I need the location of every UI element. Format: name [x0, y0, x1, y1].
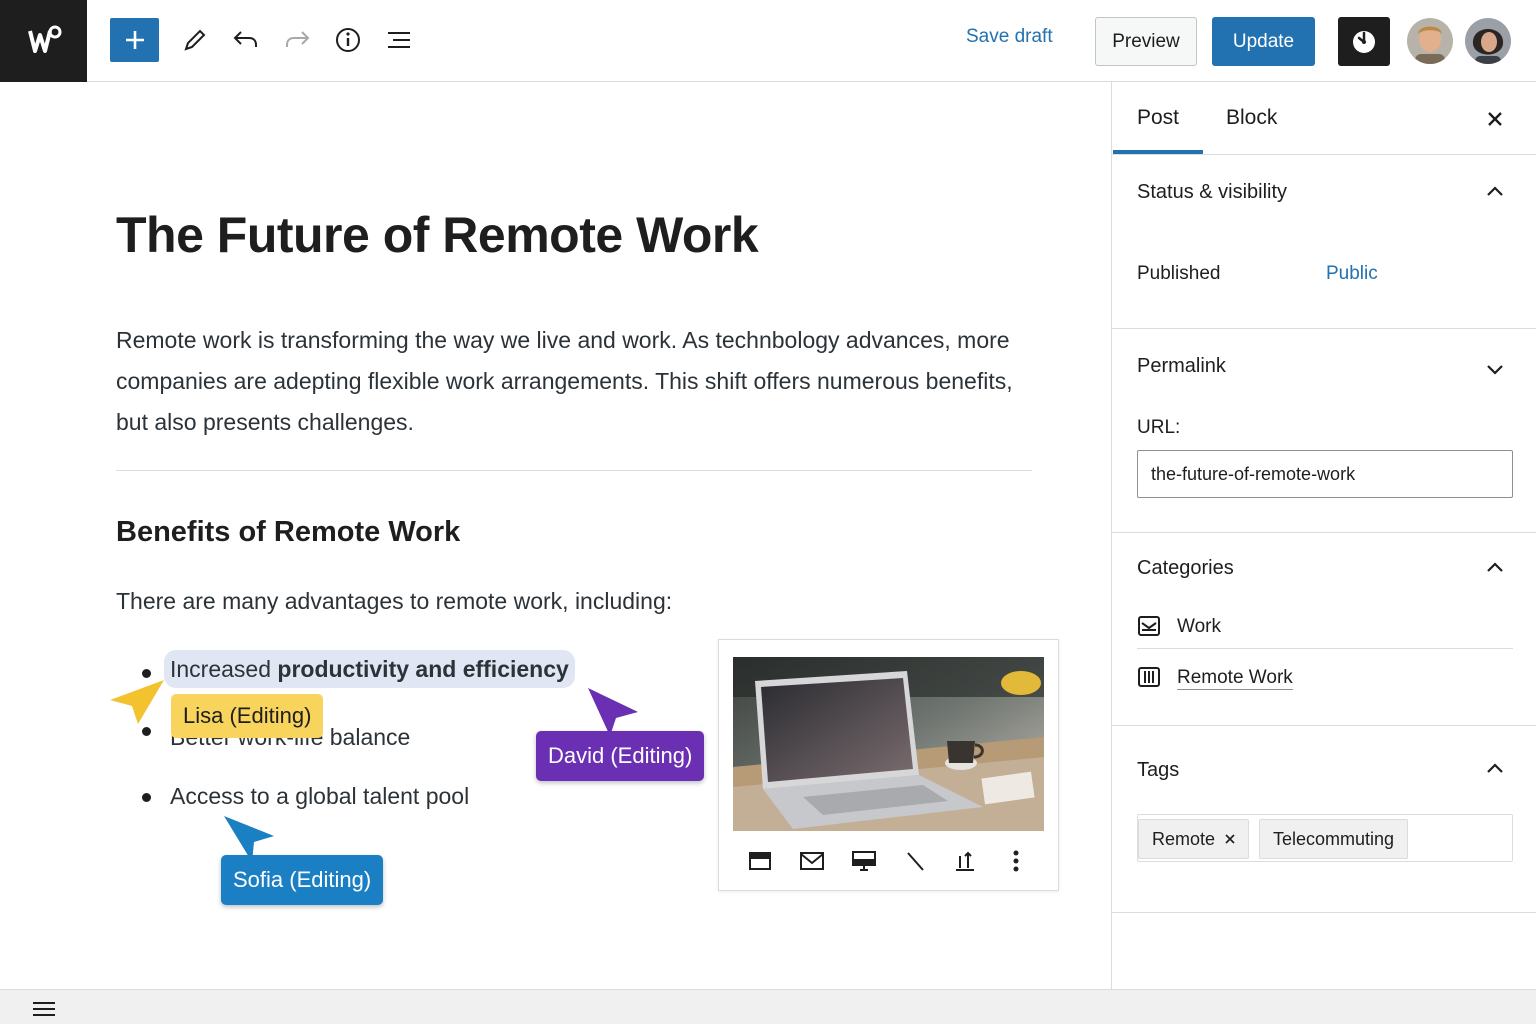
- laptop-image: [733, 657, 1044, 831]
- close-sidebar-button[interactable]: [1482, 106, 1508, 132]
- preview-button[interactable]: Preview: [1095, 17, 1197, 66]
- lisa-cursor-icon: [110, 680, 164, 724]
- panel-title-tags[interactable]: Tags: [1137, 759, 1179, 782]
- permalink-url-input[interactable]: the-future-of-remote-work: [1137, 450, 1513, 498]
- tags-input[interactable]: Remote Telecommuting: [1137, 814, 1513, 862]
- list-view-button[interactable]: [379, 20, 419, 60]
- category-divider: [1137, 648, 1513, 649]
- list-item[interactable]: Increased productivity and efficiency: [164, 650, 575, 688]
- editor-toolbar: Save draft Preview Update: [0, 0, 1536, 82]
- redo-icon: [286, 31, 310, 47]
- avatar-image: [1465, 18, 1511, 64]
- full-width-icon: [749, 852, 771, 870]
- visibility-link[interactable]: Public: [1326, 263, 1378, 285]
- panel-divider: [1112, 328, 1536, 329]
- collaborator-tag-sofia: Sofia (Editing): [221, 855, 384, 905]
- redo-button[interactable]: [277, 20, 317, 60]
- tag-chip[interactable]: Remote: [1138, 819, 1250, 859]
- plus-icon: [125, 31, 144, 49]
- category-item-remote-work[interactable]: Remote Work: [1177, 667, 1293, 690]
- sidebar-tabs: Post Block: [1112, 82, 1536, 155]
- collapse-categories-button[interactable]: [1482, 554, 1508, 580]
- list-item[interactable]: Access to a global talent pool: [170, 783, 469, 810]
- collapse-status-button[interactable]: [1482, 178, 1508, 204]
- display-button[interactable]: [848, 845, 880, 877]
- section-heading[interactable]: Benefits of Remote Work: [116, 516, 460, 549]
- tag-label: Remote: [1152, 828, 1216, 849]
- crop-button[interactable]: [899, 845, 931, 877]
- separator-block[interactable]: [116, 470, 1032, 471]
- list-bullet: [142, 793, 151, 802]
- post-title[interactable]: The Future of Remote Work: [116, 206, 759, 264]
- chevron-up-icon: [1487, 562, 1503, 572]
- panel-divider: [1112, 725, 1536, 726]
- avatar-image: [1407, 18, 1453, 64]
- expand-permalink-button[interactable]: [1482, 356, 1508, 382]
- undo-button[interactable]: [226, 20, 266, 60]
- panel-title-permalink[interactable]: Permalink: [1137, 355, 1226, 378]
- published-label: Published: [1137, 263, 1221, 284]
- tools-button[interactable]: [175, 20, 215, 60]
- remove-tag-icon[interactable]: [1225, 834, 1235, 844]
- chevron-up-icon: [1487, 763, 1503, 773]
- collaborator-tag-lisa: Lisa (Editing): [171, 694, 324, 738]
- settings-sidebar: Post Block Status & visibility Published…: [1111, 82, 1536, 989]
- tab-block[interactable]: Block: [1226, 106, 1277, 130]
- upload-icon: [956, 851, 974, 871]
- image-block[interactable]: [718, 639, 1059, 891]
- category-checkbox-icon[interactable]: [1137, 615, 1161, 637]
- email-button[interactable]: [796, 845, 828, 877]
- collapse-tags-button[interactable]: [1482, 755, 1508, 781]
- collaborator-avatar[interactable]: [1407, 18, 1453, 64]
- pencil-icon: [184, 29, 206, 51]
- laptop-photo[interactable]: [733, 657, 1044, 831]
- save-draft-link[interactable]: Save draft: [966, 26, 1053, 48]
- menu-icon[interactable]: [32, 1000, 56, 1018]
- panel-divider: [1112, 912, 1536, 913]
- list-item-bold-text: productivity and efficiency: [277, 656, 569, 682]
- list-intro-paragraph[interactable]: There are many advantages to remote work…: [116, 588, 672, 615]
- collaborator-avatar[interactable]: [1465, 18, 1511, 64]
- list-bullet: [142, 727, 151, 736]
- list-item-text: Increased: [170, 656, 278, 682]
- undo-icon: [233, 31, 257, 47]
- more-vertical-icon: [1013, 850, 1019, 872]
- align-full-button[interactable]: [744, 845, 776, 877]
- category-item-work[interactable]: Work: [1177, 616, 1221, 638]
- wordpress-logo-icon: [27, 25, 61, 53]
- details-button[interactable]: [328, 20, 368, 60]
- url-label: URL:: [1137, 417, 1181, 438]
- collaborator-tag-david: David (Editing): [536, 731, 705, 781]
- panel-title-status[interactable]: Status & visibility: [1137, 181, 1287, 204]
- plugin-button[interactable]: [1338, 17, 1390, 66]
- info-icon: [336, 28, 360, 52]
- status-footer: [0, 989, 1536, 1024]
- tab-post[interactable]: Post: [1137, 106, 1179, 130]
- performance-gauge-icon: [1353, 30, 1375, 53]
- close-icon: [1488, 112, 1502, 126]
- add-block-button[interactable]: [110, 18, 159, 62]
- selected-text-highlight: Increased productivity and efficiency: [164, 650, 575, 688]
- chevron-up-icon: [1487, 186, 1503, 196]
- monitor-icon: [852, 851, 876, 871]
- active-tab-indicator: [1113, 150, 1203, 154]
- list-view-icon: [388, 32, 410, 48]
- site-logo-button[interactable]: [0, 0, 87, 82]
- panel-title-categories[interactable]: Categories: [1137, 557, 1234, 580]
- tag-label: Telecommuting: [1273, 828, 1395, 849]
- tag-chip[interactable]: Telecommuting: [1259, 819, 1409, 859]
- slash-icon: [907, 852, 924, 871]
- chevron-down-icon: [1487, 365, 1503, 375]
- update-button[interactable]: Update: [1212, 17, 1315, 66]
- category-checkbox-icon[interactable]: [1137, 666, 1161, 688]
- more-options-button[interactable]: [1000, 845, 1032, 877]
- mail-icon: [800, 852, 824, 870]
- upload-button[interactable]: [949, 845, 981, 877]
- panel-divider: [1112, 532, 1536, 533]
- intro-paragraph[interactable]: Remote work is transforming the way we l…: [116, 320, 1036, 443]
